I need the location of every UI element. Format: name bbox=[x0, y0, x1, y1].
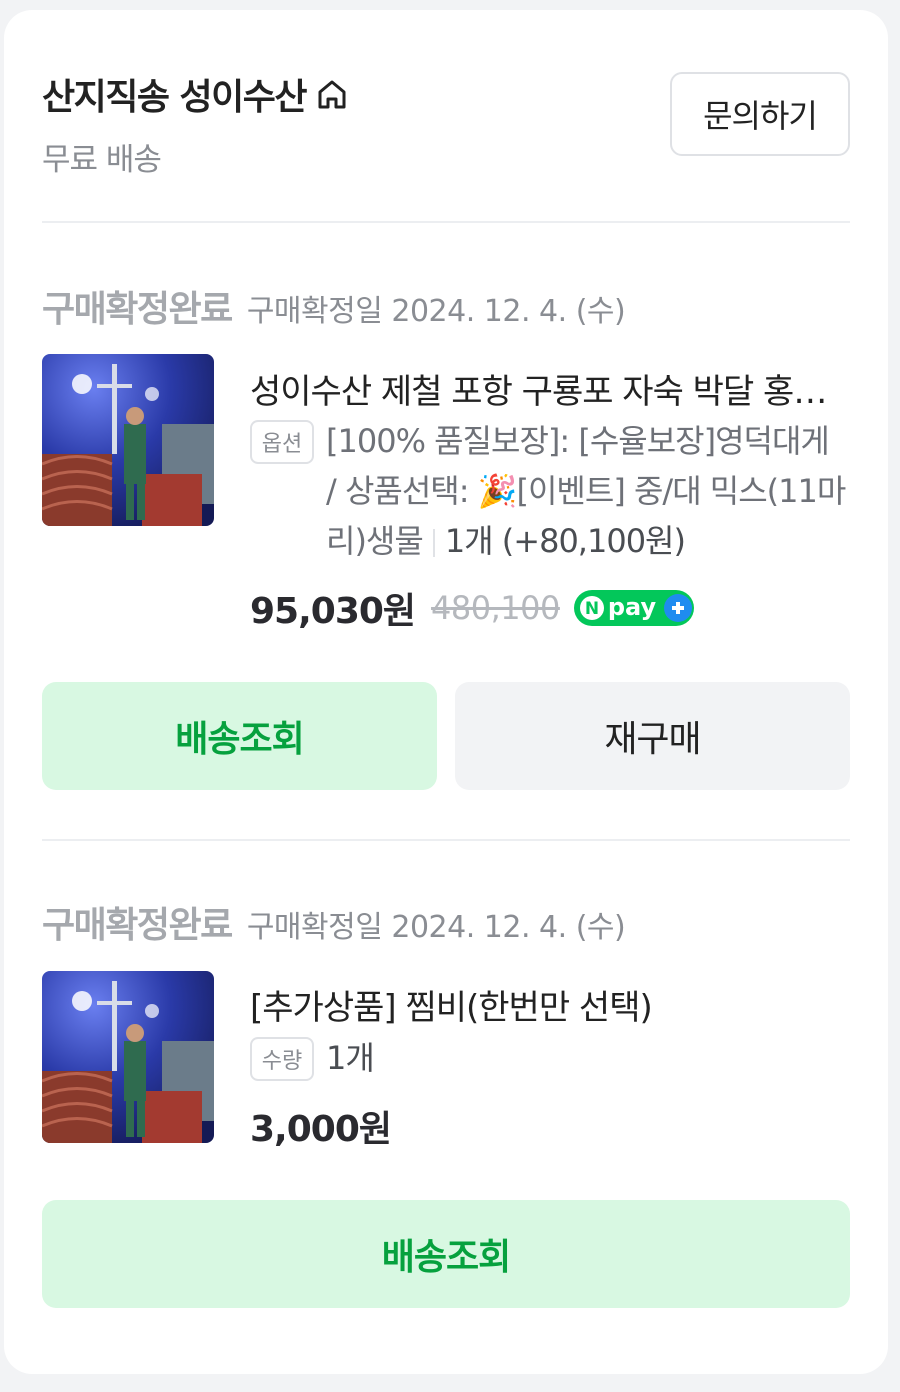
option-text: [100% 품질보장]: [수율보장]영덕대게 / 상품선택: 🎉[이벤트] 중… bbox=[326, 416, 846, 566]
order-status: 구매확정완료 bbox=[42, 289, 233, 330]
product-title[interactable]: 성이수산 제철 포항 구룡포 자숙 박달 홍게 대게 bbox=[250, 364, 840, 413]
option-quantity: 1개 (+80,100원) bbox=[444, 522, 686, 560]
track-delivery-button[interactable]: 배송조회 bbox=[42, 1200, 850, 1308]
product-title[interactable]: [추가상품] 찜비(한번만 선택) bbox=[250, 980, 840, 1029]
inquiry-button[interactable]: 문의하기 bbox=[670, 72, 850, 156]
home-icon[interactable] bbox=[314, 76, 350, 112]
store-header: 산지직송 성이수산 무료 배송 문의하기 bbox=[42, 68, 850, 178]
confirm-date: 구매확정일 2024. 12. 4. (수) bbox=[246, 910, 626, 945]
npay-label: pay bbox=[607, 593, 657, 621]
store-link[interactable]: 산지직송 성이수산 bbox=[42, 68, 350, 120]
rebuy-button[interactable]: 재구매 bbox=[455, 682, 850, 790]
option-tag: 옵션 bbox=[250, 420, 314, 464]
product-thumbnail[interactable] bbox=[42, 354, 214, 526]
separator bbox=[432, 529, 435, 557]
order-status-row: 구매확정완료 구매확정일 2024. 12. 4. (수) bbox=[42, 896, 626, 948]
quantity-tag: 수량 bbox=[250, 1037, 314, 1081]
price: 3,000원 bbox=[250, 1109, 392, 1150]
confirm-date: 구매확정일 2024. 12. 4. (수) bbox=[246, 294, 626, 329]
price: 95,030원 bbox=[250, 591, 416, 632]
quantity-text: 1개 bbox=[326, 1039, 375, 1077]
svg-text:N: N bbox=[585, 599, 599, 619]
price-row: 3,000원 bbox=[250, 1100, 392, 1152]
order-status-row: 구매확정완료 구매확정일 2024. 12. 4. (수) bbox=[42, 280, 626, 332]
order-status: 구매확정완료 bbox=[42, 905, 233, 946]
product-thumbnail[interactable] bbox=[42, 971, 214, 1143]
order-card: 산지직송 성이수산 무료 배송 문의하기 구매확정완료 구매확정일 2024. … bbox=[4, 10, 888, 1374]
original-price: 480,100 bbox=[431, 589, 560, 627]
npay-plus-badge: N pay bbox=[573, 590, 694, 626]
shipping-info: 무료 배송 bbox=[42, 142, 162, 178]
track-delivery-button[interactable]: 배송조회 bbox=[42, 682, 437, 790]
divider bbox=[42, 221, 850, 223]
store-name[interactable]: 산지직송 성이수산 bbox=[42, 68, 308, 120]
divider bbox=[42, 839, 850, 841]
price-row: 95,030원 480,100 N pay bbox=[250, 582, 694, 634]
